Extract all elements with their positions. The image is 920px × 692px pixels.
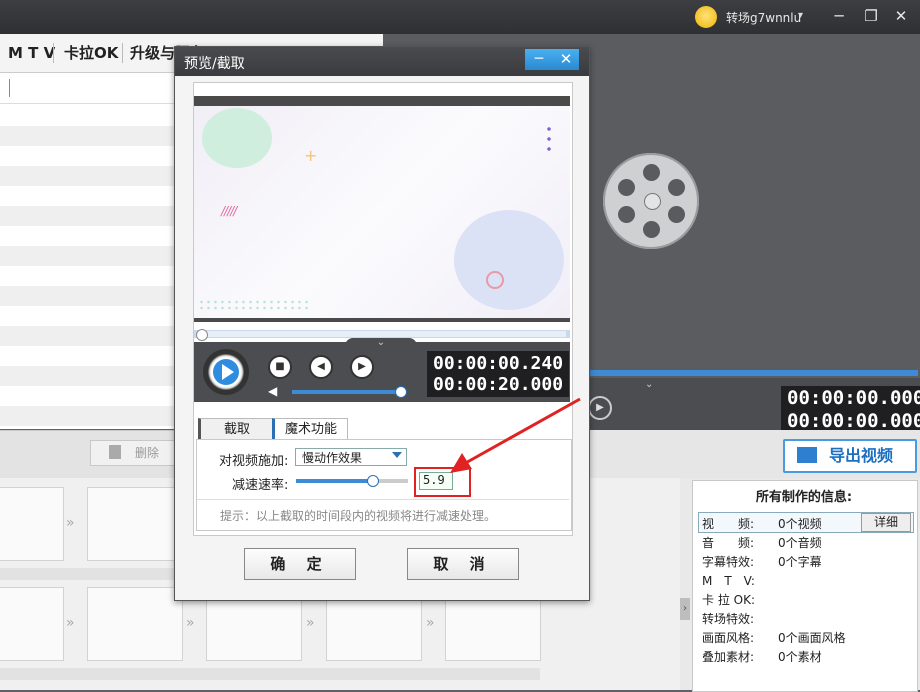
decor-blob	[202, 108, 272, 168]
effect-label: 对视频施加:	[219, 454, 289, 469]
list-item[interactable]	[0, 166, 175, 186]
list-item[interactable]	[0, 206, 175, 226]
export-icon	[797, 447, 817, 463]
info-label-mtv: M T V:	[702, 574, 755, 588]
avatar-icon[interactable]	[695, 6, 717, 28]
storyboard-slot[interactable]	[0, 487, 64, 561]
prev-frame-icon[interactable]: ◀	[309, 355, 333, 379]
tab-magic[interactable]: 魔术功能	[272, 418, 348, 441]
annotation-arrow	[450, 397, 581, 473]
tab-karaoke[interactable]: 卡拉OK	[56, 34, 126, 72]
volume-knob[interactable]	[395, 386, 407, 398]
tab-cut[interactable]: 截取	[198, 418, 274, 441]
list-item[interactable]	[0, 286, 175, 306]
export-label: 导出视频	[829, 446, 894, 465]
info-value-style: 0个画面风格	[778, 631, 846, 645]
info-label-overlay: 叠加素材:	[702, 650, 755, 664]
decor-blob	[454, 210, 564, 310]
chevron-down-icon[interactable]: ⌄	[645, 379, 653, 390]
storyboard-track	[0, 668, 540, 680]
storyboard-track	[0, 568, 176, 580]
chevron-right-icon: »	[306, 615, 315, 631]
chevron-down-icon[interactable]	[392, 452, 402, 458]
info-label-transition: 转场特效:	[702, 612, 755, 626]
dialog-title: 预览/截取	[184, 56, 245, 72]
speed-label: 减速速率:	[232, 478, 289, 493]
info-label-karaoke: 卡 拉 OK:	[702, 593, 755, 607]
chevron-right-icon: »	[66, 615, 75, 631]
volume-slider[interactable]	[292, 390, 400, 394]
stop-icon[interactable]: ■	[268, 355, 292, 379]
column-divider	[9, 79, 10, 97]
preview-timeline[interactable]	[588, 370, 918, 376]
next-frame-icon[interactable]: ▶	[350, 355, 374, 379]
delete-label: 删除	[135, 446, 160, 460]
info-value-subtitle: 0个字幕	[778, 555, 822, 569]
trash-icon	[109, 445, 121, 459]
list-item[interactable]	[0, 126, 175, 146]
list-item[interactable]	[0, 406, 175, 426]
chevron-down-icon[interactable]: ⌄	[345, 338, 417, 350]
tab-divider	[53, 43, 54, 63]
play-button[interactable]	[203, 349, 249, 395]
delete-button[interactable]: 删除	[90, 440, 180, 466]
storyboard-slot[interactable]	[87, 587, 183, 661]
info-label-audio: 音 频:	[702, 536, 755, 550]
list-item[interactable]	[0, 366, 175, 386]
preview-time-current: 00:00:00.000	[781, 386, 920, 411]
effect-select[interactable]: 慢动作效果	[295, 448, 407, 466]
storyboard-slot[interactable]	[87, 487, 183, 561]
chevron-right-icon: »	[186, 615, 195, 631]
info-label-style: 画面风格:	[702, 631, 755, 645]
cancel-button[interactable]: 取 消	[407, 548, 519, 580]
film-reel-icon	[603, 153, 699, 249]
video-timeline-knob[interactable]	[196, 329, 208, 341]
info-label-subtitle: 字幕特效:	[702, 555, 755, 569]
info-value-overlay: 0个素材	[778, 650, 822, 664]
hint-divider	[197, 499, 569, 500]
detail-button[interactable]: 详细	[861, 513, 911, 532]
hint-text: 提示：以上截取的时间段内的视频将进行减速处理。	[220, 509, 497, 523]
info-value-video: 0个视频	[778, 517, 822, 531]
storyboard-slot[interactable]	[0, 587, 64, 661]
decor-ring	[486, 271, 504, 289]
restore-icon[interactable]: ❐	[860, 7, 882, 25]
user-name[interactable]: 转场g7wnnlu	[726, 9, 801, 26]
minimize-icon[interactable]: ─	[828, 7, 850, 25]
info-value-audio: 0个音频	[778, 536, 822, 550]
decor-dots	[547, 124, 551, 154]
list-item[interactable]	[0, 246, 175, 266]
volume-icon[interactable]: ◀	[268, 384, 277, 398]
dialog-minimize-button[interactable]: ─	[525, 49, 553, 70]
info-title: 所有制作的信息:	[755, 490, 853, 505]
chevron-right-icon[interactable]: ›	[680, 598, 690, 620]
decor-dots	[198, 299, 310, 311]
dialog-close-button[interactable]: ✕	[553, 49, 579, 70]
info-label-video: 视 频:	[702, 517, 755, 531]
decor-plus: +	[304, 146, 318, 165]
chevron-right-icon: »	[66, 515, 75, 531]
export-video-button[interactable]: 导出视频	[783, 439, 917, 473]
next-frame-icon[interactable]: ▶	[588, 396, 612, 420]
speed-knob[interactable]	[367, 475, 379, 487]
list-item[interactable]	[0, 326, 175, 346]
video-preview: + /////	[194, 106, 570, 318]
chevron-right-icon: »	[426, 615, 435, 631]
dialog-time-total: 00:00:20.000	[427, 372, 570, 397]
chevron-down-icon[interactable]: ▾	[798, 10, 803, 21]
close-icon[interactable]: ✕	[890, 7, 912, 25]
play-icon	[213, 359, 239, 385]
decor-stripes: /////	[221, 204, 237, 218]
ok-button[interactable]: 确 定	[244, 548, 356, 580]
